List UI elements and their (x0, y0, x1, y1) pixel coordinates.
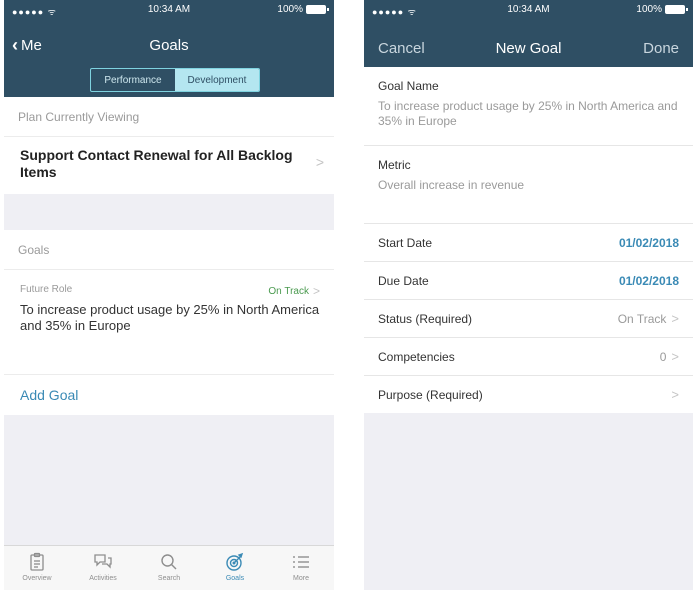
competencies-label: Competencies (378, 349, 455, 364)
tab-label: More (293, 575, 309, 582)
status-row[interactable]: Status (Required) On Track > (364, 299, 693, 337)
purpose-label: Purpose (Required) (378, 387, 483, 402)
tab-goals[interactable]: Goals (202, 546, 268, 590)
goal-form: Goal Name To increase product usage by 2… (364, 67, 693, 223)
purpose-row[interactable]: Purpose (Required) > (364, 375, 693, 413)
nav-bar: ●●●●● ᯤ 10:34 AM 100% ‹ Me Goals Perform… (4, 0, 334, 97)
metric-field[interactable]: Metric Overall increase in revenue (364, 146, 693, 223)
add-goal-button[interactable]: Add Goal (4, 375, 334, 415)
goal-name-value: To increase product usage by 25% in Nort… (378, 99, 678, 128)
battery-icon (665, 5, 688, 14)
goal-name-label: Goal Name (378, 79, 439, 93)
due-date-value: 01/02/2018 (618, 273, 679, 288)
competencies-count: 0 (659, 349, 667, 364)
tab-search[interactable]: Search (136, 546, 202, 590)
competencies-row[interactable]: Competencies 0 > (364, 337, 693, 375)
goal-description: To increase product usage by 25% in Nort… (20, 302, 320, 333)
status-value: On Track (617, 311, 667, 326)
due-date-label: Due Date (378, 273, 429, 288)
start-date-value: 01/02/2018 (618, 235, 679, 250)
goal-name-field[interactable]: Goal Name To increase product usage by 2… (364, 67, 693, 146)
plan-row[interactable]: Support Contact Renewal for All Backlog … (4, 137, 334, 194)
section-spacer (4, 194, 334, 230)
clipboard-icon (30, 552, 44, 571)
start-date-row[interactable]: Start Date 01/02/2018 (364, 223, 693, 261)
status-label: Status (Required) (378, 311, 473, 326)
tab-label: Overview (22, 575, 52, 582)
goal-card[interactable]: Future Role On Track > To increase produ… (4, 270, 334, 375)
goal-status: On Track > (268, 284, 320, 298)
segment-development[interactable]: Development (175, 69, 259, 91)
battery-icon (306, 5, 329, 14)
due-date-row[interactable]: Due Date 01/02/2018 (364, 261, 693, 299)
status-bar: ●●●●● ᯤ 10:34 AM 100% (4, 0, 334, 20)
chevron-right-icon: > (312, 284, 320, 298)
chevron-right-icon: > (671, 311, 679, 326)
tab-label: Search (157, 575, 181, 582)
search-icon (161, 554, 177, 570)
status-bar: ●●●●● ᯤ 10:34 AM 100% (364, 0, 693, 20)
metric-label: Metric (378, 158, 411, 172)
chevron-right-icon: > (671, 387, 679, 402)
nav-bar: ●●●●● ᯤ 10:34 AM 100% Cancel New Goal Do… (364, 0, 693, 67)
metric-value: Overall increase in revenue (378, 178, 525, 192)
tab-label: Activities (89, 575, 117, 582)
new-goal-screen: ●●●●● ᯤ 10:34 AM 100% Cancel New Goal Do… (364, 0, 693, 590)
page-title: Goals (149, 37, 189, 54)
chat-bubbles-icon (94, 554, 112, 569)
tab-label: Goals (225, 575, 245, 582)
battery-percent: 100% (636, 4, 662, 15)
plan-title: Support Contact Renewal for All Backlog … (20, 147, 293, 180)
tab-activities[interactable]: Activities (70, 546, 136, 590)
tab-more[interactable]: More (268, 546, 334, 590)
more-list-icon (293, 556, 309, 568)
plan-header: Plan Currently Viewing (4, 97, 334, 137)
done-button[interactable]: Done (643, 40, 679, 57)
segment-performance[interactable]: Performance (91, 69, 175, 91)
chevron-right-icon: > (671, 349, 679, 364)
chevron-right-icon: > (315, 154, 324, 170)
goals-screen: ●●●●● ᯤ 10:34 AM 100% ‹ Me Goals Perform… (4, 0, 334, 590)
target-icon (226, 552, 244, 571)
tab-overview[interactable]: Overview (4, 546, 70, 590)
segmented-control: Performance Development (90, 68, 260, 92)
goals-header: Goals (4, 230, 334, 270)
tab-bar: Overview Activities Search Goals More (4, 545, 334, 590)
goal-status-label: On Track (268, 285, 309, 297)
start-date-label: Start Date (378, 235, 433, 250)
battery-percent: 100% (277, 4, 303, 15)
